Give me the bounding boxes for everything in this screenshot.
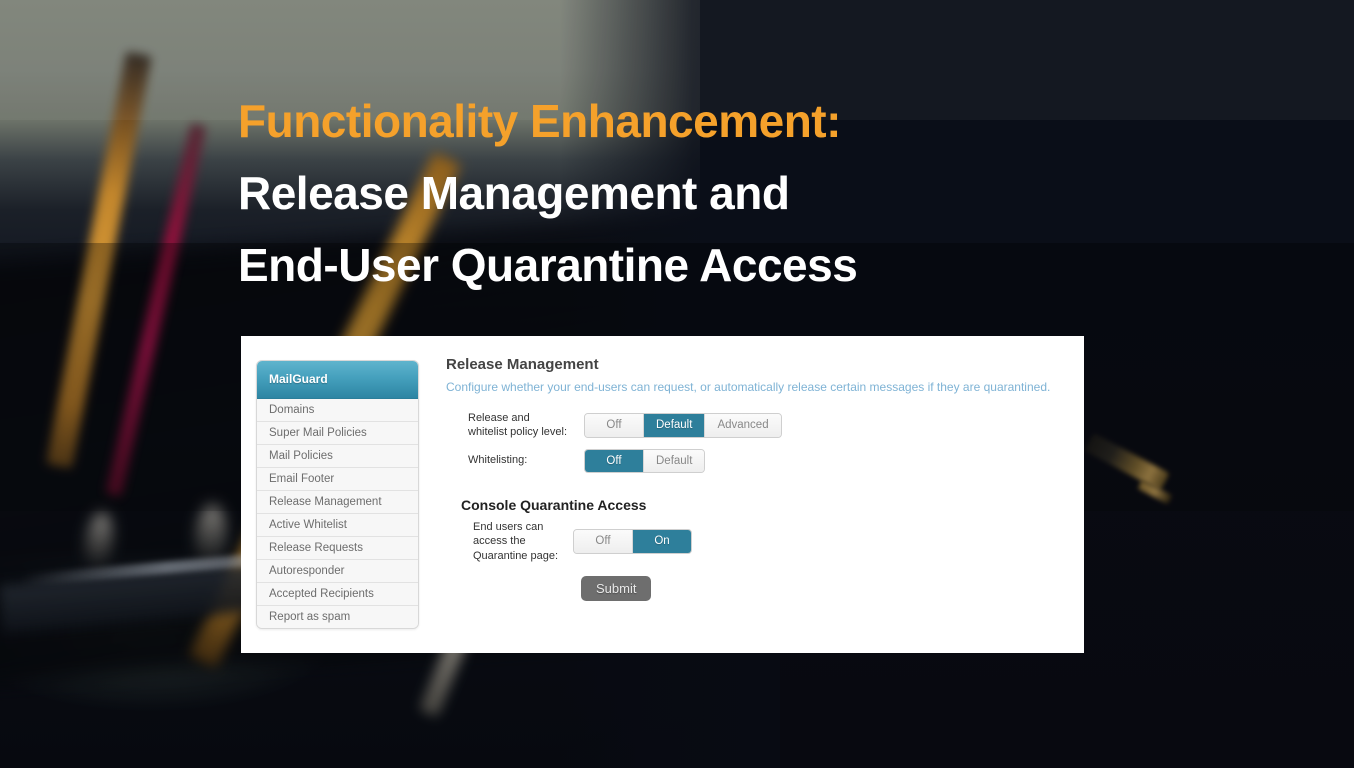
page-description: Configure whether your end-users can req… [446, 380, 1051, 394]
sidebar-item-domains[interactable]: Domains [257, 399, 418, 422]
toggle-whitelisting-option-default[interactable]: Default [644, 449, 705, 473]
submit-button[interactable]: Submit [581, 576, 652, 602]
toggle-quarantine-access[interactable]: Off On [573, 529, 692, 554]
toggle-whitelisting[interactable]: Off Default [584, 448, 706, 474]
hero-title-line-3: End-User Quarantine Access [238, 239, 858, 291]
label-policy-level-line1: Release and [468, 412, 530, 424]
app-main-content: Release Management Configure whether you… [443, 356, 1076, 602]
toggle-policy-level-option-advanced[interactable]: Advanced [705, 414, 781, 438]
sidebar-item-email-footer[interactable]: Email Footer [257, 468, 418, 491]
label-quarantine-access-line2: access the [473, 535, 526, 548]
form-row-quarantine-access: End users can access the Quarantine page… [443, 520, 1076, 563]
sidebar-item-release-management[interactable]: Release Management [257, 491, 418, 514]
sidebar-brand: MailGuard [257, 361, 418, 399]
sidebar-item-report-as-spam[interactable]: Report as spam [257, 606, 418, 628]
submit-row: Submit [581, 576, 1076, 602]
toggle-policy-level[interactable]: Off Default Advanced [584, 413, 782, 439]
app-screenshot-panel: MailGuard Domains Super Mail Policies Ma… [241, 336, 1084, 653]
toggle-quarantine-access-option-on[interactable]: On [633, 530, 691, 553]
slide-screen: Functionality Enhancement: Release Manag… [0, 0, 1354, 768]
hero-title: Functionality Enhancement: Release Manag… [238, 98, 1138, 314]
hero-title-line-1: Functionality Enhancement: [238, 95, 841, 147]
toggle-policy-level-option-default[interactable]: Default [644, 414, 706, 438]
sidebar-item-super-mail-policies[interactable]: Super Mail Policies [257, 422, 418, 445]
sidebar-item-active-whitelist[interactable]: Active Whitelist [257, 514, 418, 537]
section-title-console-quarantine-access: Console Quarantine Access [461, 497, 647, 514]
label-whitelisting: Whitelisting: [468, 454, 584, 468]
form-row-policy-level: Release and whitelist policy level: Off … [443, 412, 1076, 440]
label-whitelisting-line1: Whitelisting: [468, 453, 528, 466]
app-sidebar: MailGuard Domains Super Mail Policies Ma… [256, 360, 419, 629]
label-policy-level: Release and whitelist policy level: [468, 412, 584, 440]
toggle-whitelisting-option-off[interactable]: Off [585, 449, 644, 473]
sidebar-item-accepted-recipients[interactable]: Accepted Recipients [257, 583, 418, 606]
toggle-policy-level-option-off[interactable]: Off [585, 414, 644, 438]
form-row-whitelisting: Whitelisting: Off Default [443, 448, 1076, 474]
label-quarantine-access: End users can access the Quarantine page… [473, 520, 573, 563]
sidebar-item-release-requests[interactable]: Release Requests [257, 537, 418, 560]
toggle-quarantine-access-option-off[interactable]: Off [574, 530, 633, 553]
label-quarantine-access-line1: End users can [473, 521, 544, 534]
hero-title-line-2: Release Management and [238, 167, 790, 219]
sidebar-item-autoresponder[interactable]: Autoresponder [257, 560, 418, 583]
page-title: Release Management [446, 356, 599, 373]
label-policy-level-line2: whitelist policy level: [468, 425, 568, 438]
sidebar-item-mail-policies[interactable]: Mail Policies [257, 445, 418, 468]
label-quarantine-access-line3: Quarantine page: [473, 549, 559, 562]
